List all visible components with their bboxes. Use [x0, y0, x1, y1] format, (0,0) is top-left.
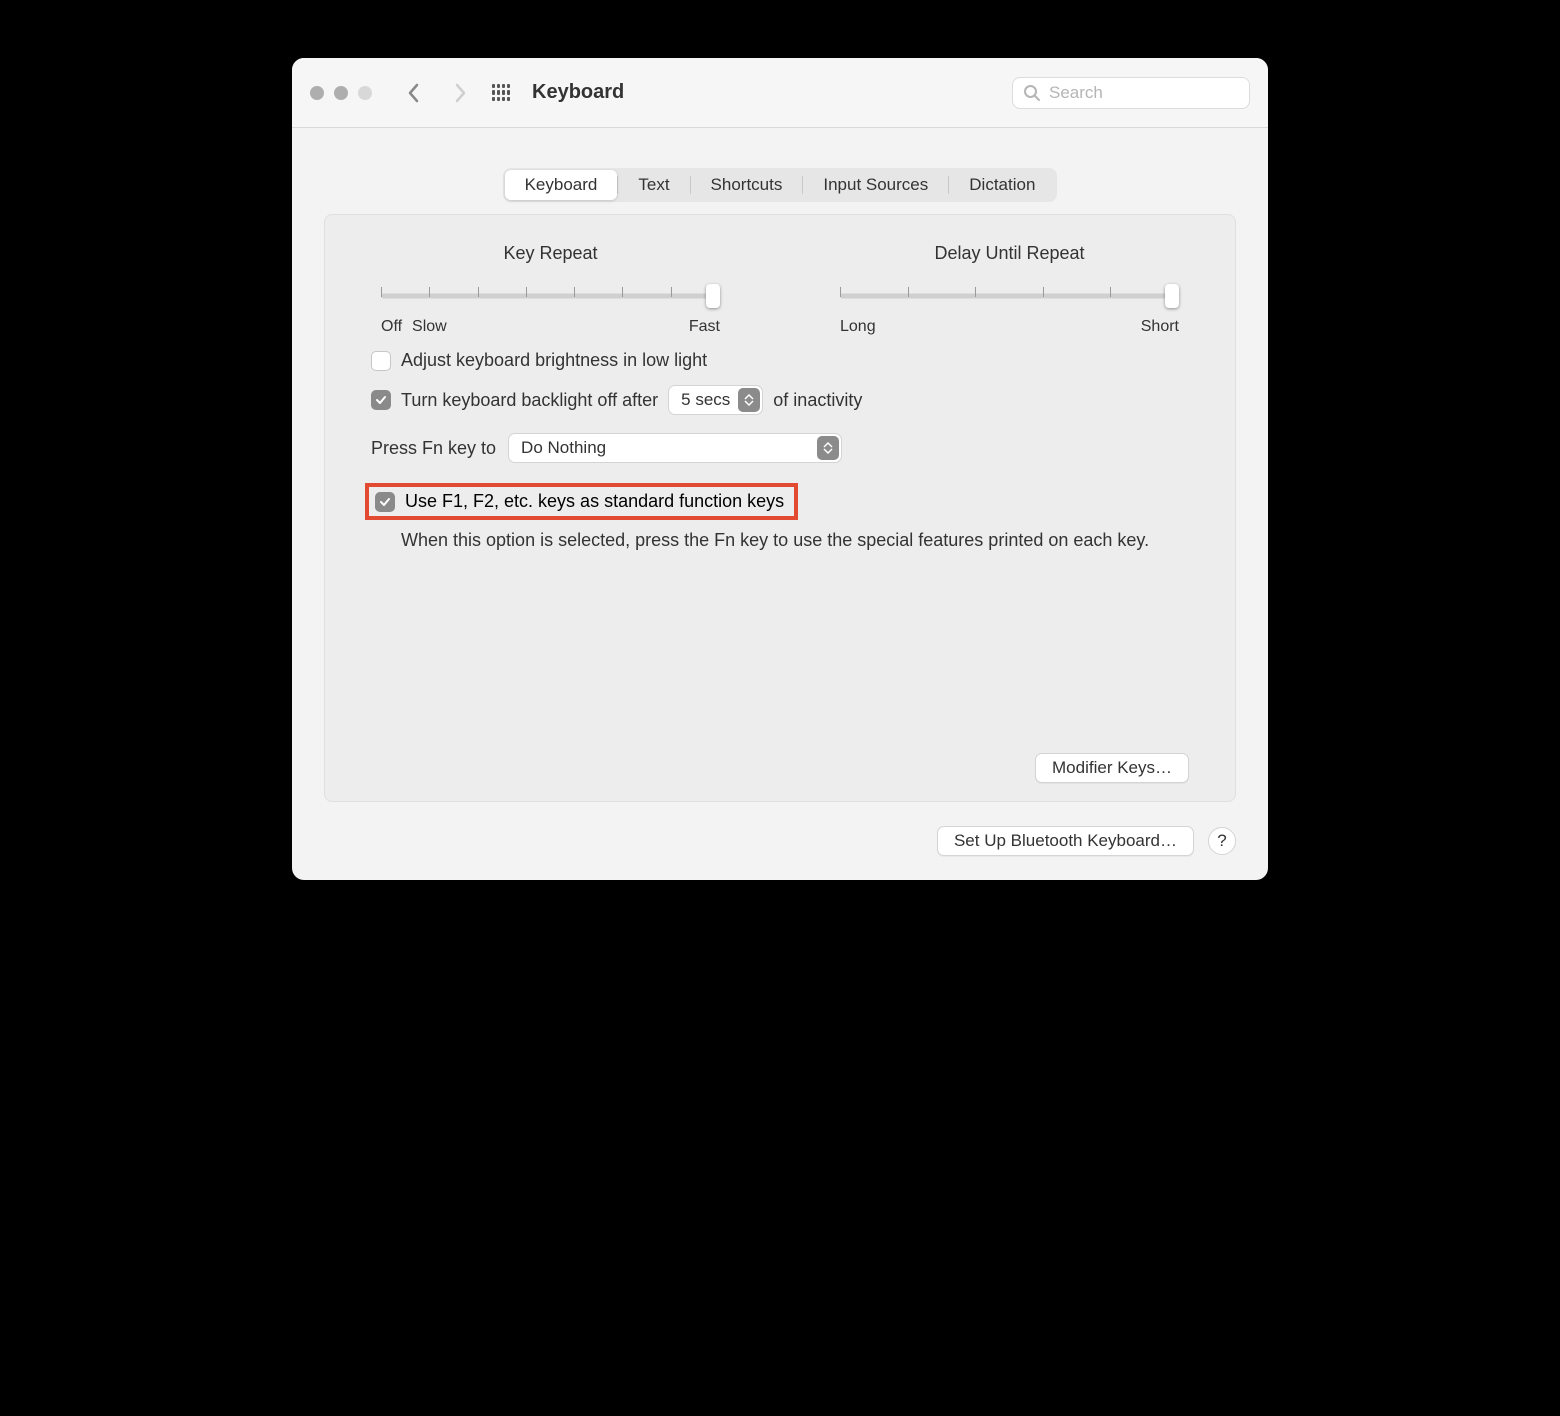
forward-button	[446, 79, 474, 107]
fn-key-select[interactable]: Do Nothing	[508, 433, 842, 463]
std-fn-keys-description: When this option is selected, press the …	[401, 528, 1181, 553]
tab-input-sources[interactable]: Input Sources	[803, 170, 948, 200]
tab-keyboard[interactable]: Keyboard	[505, 170, 618, 200]
show-all-icon[interactable]	[492, 84, 510, 102]
titlebar: Keyboard	[292, 58, 1268, 128]
zoom-icon[interactable]	[358, 86, 372, 100]
std-fn-keys-label: Use F1, F2, etc. keys as standard functi…	[405, 491, 784, 512]
traffic-lights	[310, 86, 372, 100]
tab-bar: Keyboard Text Shortcuts Input Sources Di…	[292, 168, 1268, 202]
backlight-duration-select[interactable]: 5 secs	[668, 385, 763, 415]
key-repeat-label: Key Repeat	[381, 243, 720, 264]
minimize-icon[interactable]	[334, 86, 348, 100]
bottom-bar: Set Up Bluetooth Keyboard… ?	[292, 822, 1268, 880]
help-button[interactable]: ?	[1208, 827, 1236, 855]
slider-label-short: Short	[1141, 318, 1179, 336]
adjust-brightness-label: Adjust keyboard brightness in low light	[401, 350, 707, 371]
slider-label-long: Long	[840, 318, 876, 336]
backlight-off-checkbox[interactable]	[371, 390, 391, 410]
fn-key-value: Do Nothing	[521, 438, 606, 458]
slider-label-off: Off	[381, 318, 402, 336]
std-fn-keys-checkbox[interactable]	[375, 492, 395, 512]
backlight-off-label-pre: Turn keyboard backlight off after	[401, 390, 658, 411]
search-input[interactable]	[1012, 77, 1250, 109]
slider-label-slow: Slow	[412, 318, 447, 336]
key-repeat-slider[interactable]: Key Repeat Off Slow Fast	[381, 243, 720, 336]
tab-dictation[interactable]: Dictation	[949, 170, 1055, 200]
slider-label-fast: Fast	[689, 318, 720, 336]
backlight-off-label-post: of inactivity	[773, 390, 862, 411]
back-button[interactable]	[400, 79, 428, 107]
search-icon	[1023, 84, 1041, 102]
modifier-keys-button[interactable]: Modifier Keys…	[1035, 753, 1189, 783]
tab-shortcuts[interactable]: Shortcuts	[691, 170, 803, 200]
tab-text[interactable]: Text	[618, 170, 689, 200]
backlight-duration-value: 5 secs	[681, 390, 730, 410]
bluetooth-keyboard-button[interactable]: Set Up Bluetooth Keyboard…	[937, 826, 1194, 856]
highlighted-option: Use F1, F2, etc. keys as standard functi…	[365, 483, 798, 520]
close-icon[interactable]	[310, 86, 324, 100]
fn-key-label: Press Fn key to	[371, 438, 496, 459]
page-title: Keyboard	[532, 81, 624, 104]
delay-slider[interactable]: Delay Until Repeat Long Short	[840, 243, 1179, 336]
search-field[interactable]	[1049, 83, 1268, 103]
preferences-window: Keyboard Keyboard Text Shortcuts Input S…	[292, 58, 1268, 880]
stepper-icon	[817, 436, 839, 460]
keyboard-panel: Key Repeat Off Slow Fast	[324, 214, 1236, 802]
delay-label: Delay Until Repeat	[840, 243, 1179, 264]
adjust-brightness-checkbox[interactable]	[371, 351, 391, 371]
stepper-icon	[738, 388, 760, 412]
